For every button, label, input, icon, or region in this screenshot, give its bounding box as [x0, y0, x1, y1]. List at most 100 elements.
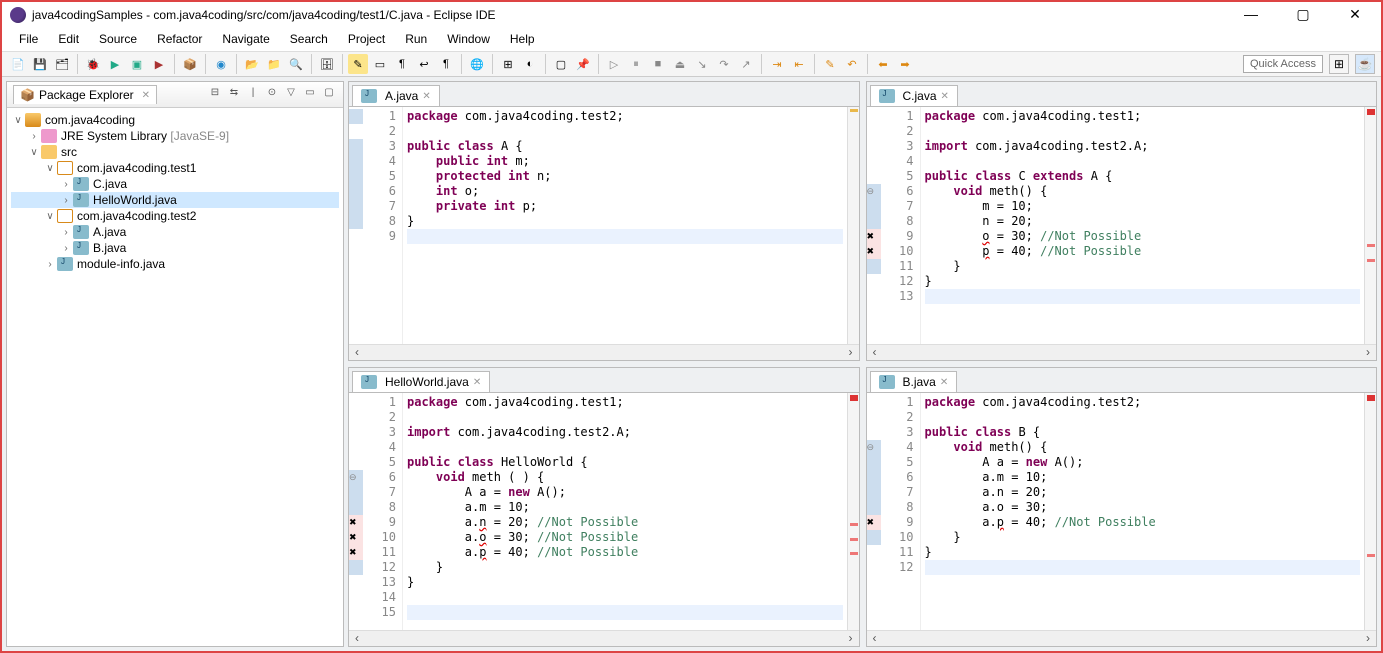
package-test1-node[interactable]: ∨com.java4coding.test1 — [11, 160, 339, 176]
open-task-icon[interactable]: 📁 — [264, 54, 284, 74]
horizontal-scrollbar[interactable]: ‹› — [349, 630, 859, 646]
open-type-icon[interactable]: 📂 — [242, 54, 262, 74]
toggle-breadcrumb-icon[interactable]: 🗄 — [317, 54, 337, 74]
file-module-info[interactable]: ›module-info.java — [11, 256, 339, 272]
editor-tab-c[interactable]: C.java✕ — [870, 85, 958, 106]
error-marker-icon[interactable]: ✖ — [349, 545, 363, 560]
search-icon[interactable]: 🔍 — [286, 54, 306, 74]
toggle-highlight-icon[interactable]: ⊞ — [498, 54, 518, 74]
file-c-java[interactable]: ›C.java — [11, 176, 339, 192]
error-marker-icon[interactable]: ✖ — [349, 530, 363, 545]
pin-icon[interactable]: 📌 — [573, 54, 593, 74]
horizontal-scrollbar[interactable]: ‹› — [349, 344, 859, 360]
line-gutter[interactable]: 123456789101112 — [881, 393, 921, 630]
new-package-icon[interactable]: 📦 — [180, 54, 200, 74]
scroll-right-icon[interactable]: › — [843, 631, 859, 646]
step-over-icon[interactable]: ↷ — [714, 54, 734, 74]
scroll-right-icon[interactable]: › — [1360, 631, 1376, 646]
code-area[interactable]: package com.java4coding.test1; import co… — [403, 393, 847, 630]
suspend-icon[interactable]: ⏸ — [626, 54, 646, 74]
menu-navigate[interactable]: Navigate — [213, 29, 278, 49]
error-mark-icon[interactable] — [850, 552, 858, 555]
window-new-icon[interactable]: ▢ — [551, 54, 571, 74]
back-history-icon[interactable]: ↶ — [842, 54, 862, 74]
show-whitespace-icon[interactable]: ¶ — [392, 54, 412, 74]
step-return-icon[interactable]: ↗ — [736, 54, 756, 74]
error-summary-icon[interactable] — [1367, 395, 1375, 401]
overview-ruler[interactable] — [1364, 107, 1376, 344]
run-icon[interactable]: ▶ — [105, 54, 125, 74]
annotations-icon[interactable]: ◐ — [520, 54, 540, 74]
package-test2-node[interactable]: ∨com.java4coding.test2 — [11, 208, 339, 224]
maximize-view-icon[interactable]: ▢ — [321, 87, 337, 103]
close-tab-icon[interactable]: ✕ — [473, 377, 481, 388]
error-mark-icon[interactable] — [1367, 259, 1375, 262]
menu-search[interactable]: Search — [281, 29, 337, 49]
last-edit-icon[interactable]: ✎ — [820, 54, 840, 74]
menu-source[interactable]: Source — [90, 29, 146, 49]
back-icon[interactable]: ⬅ — [873, 54, 893, 74]
line-gutter[interactable]: 12345678910111213 — [881, 107, 921, 344]
java-perspective-button[interactable]: ☕ — [1355, 54, 1375, 74]
new-icon[interactable]: 📄 — [8, 54, 28, 74]
close-window-button[interactable]: ✕ — [1337, 6, 1373, 23]
error-summary-icon[interactable] — [850, 395, 858, 401]
minimize-button[interactable]: — — [1233, 6, 1269, 23]
code-area[interactable]: package com.java4coding.test1; import co… — [921, 107, 1365, 344]
warning-mark-icon[interactable] — [850, 109, 858, 112]
scroll-left-icon[interactable]: ‹ — [349, 345, 365, 360]
close-tab-icon[interactable]: ✕ — [422, 91, 430, 102]
menu-window[interactable]: Window — [438, 29, 499, 49]
terminate-icon[interactable]: ■ — [648, 54, 668, 74]
marker-column[interactable]: ⊖ ✖✖✖ — [349, 393, 363, 630]
view-menu-icon[interactable]: ▽ — [283, 87, 299, 103]
block-sel-icon[interactable]: ▭ — [370, 54, 390, 74]
prev-annotation-icon[interactable]: ⇤ — [789, 54, 809, 74]
overview-ruler[interactable] — [847, 393, 859, 630]
browser-icon[interactable]: 🌐 — [467, 54, 487, 74]
code-area[interactable]: package com.java4coding.test2; public cl… — [403, 107, 847, 344]
coverage-icon[interactable]: ▣ — [127, 54, 147, 74]
error-marker-icon[interactable]: ✖ — [867, 515, 881, 530]
horizontal-scrollbar[interactable]: ‹› — [867, 344, 1377, 360]
close-tab-icon[interactable]: ✕ — [940, 377, 948, 388]
focus-task-icon[interactable]: ⊙ — [264, 87, 280, 103]
menu-project[interactable]: Project — [339, 29, 394, 49]
menu-help[interactable]: Help — [501, 29, 544, 49]
resume-icon[interactable]: ▷ — [604, 54, 624, 74]
marker-column[interactable]: ⊖ ✖ — [867, 393, 881, 630]
wrap-icon[interactable]: ↩ — [414, 54, 434, 74]
src-folder-node[interactable]: ∨src — [11, 144, 339, 160]
mark-occurrences-icon[interactable]: ✎ — [348, 54, 368, 74]
next-annotation-icon[interactable]: ⇥ — [767, 54, 787, 74]
file-a-java[interactable]: ›A.java — [11, 224, 339, 240]
menu-edit[interactable]: Edit — [49, 29, 88, 49]
line-gutter[interactable]: 1 2 3 4 5 6 7 8 9 — [363, 107, 403, 344]
save-all-icon[interactable]: 🗂 — [52, 54, 72, 74]
editor-tab-b[interactable]: B.java✕ — [870, 371, 958, 392]
error-marker-icon[interactable]: ✖ — [867, 244, 881, 259]
scroll-left-icon[interactable]: ‹ — [349, 631, 365, 646]
close-tab-icon[interactable]: ✕ — [941, 91, 949, 102]
package-tree[interactable]: ∨com.java4coding ›JRE System Library [Ja… — [7, 108, 343, 646]
code-area[interactable]: package com.java4coding.test2; public cl… — [921, 393, 1365, 630]
error-marker-icon[interactable]: ✖ — [349, 515, 363, 530]
menu-run[interactable]: Run — [396, 29, 436, 49]
package-explorer-tab[interactable]: 📦 Package Explorer ✕ — [13, 85, 157, 104]
error-mark-icon[interactable] — [1367, 244, 1375, 247]
open-perspective-button[interactable]: ⊞ — [1329, 54, 1349, 74]
editor-tab-a[interactable]: A.java✕ — [352, 85, 440, 106]
overview-ruler[interactable] — [847, 107, 859, 344]
jre-library-node[interactable]: ›JRE System Library [JavaSE-9] — [11, 128, 339, 144]
file-b-java[interactable]: ›B.java — [11, 240, 339, 256]
error-mark-icon[interactable] — [850, 538, 858, 541]
forward-icon[interactable]: ➡ — [895, 54, 915, 74]
line-gutter[interactable]: 123456789101112131415 — [363, 393, 403, 630]
error-mark-icon[interactable] — [1367, 554, 1375, 557]
scroll-right-icon[interactable]: › — [843, 345, 859, 360]
maximize-button[interactable]: ▢ — [1285, 6, 1321, 23]
horizontal-scrollbar[interactable]: ‹› — [867, 630, 1377, 646]
editor-tab-hello[interactable]: HelloWorld.java✕ — [352, 371, 490, 392]
error-mark-icon[interactable] — [850, 523, 858, 526]
link-editor-icon[interactable]: ⇆ — [226, 87, 242, 103]
